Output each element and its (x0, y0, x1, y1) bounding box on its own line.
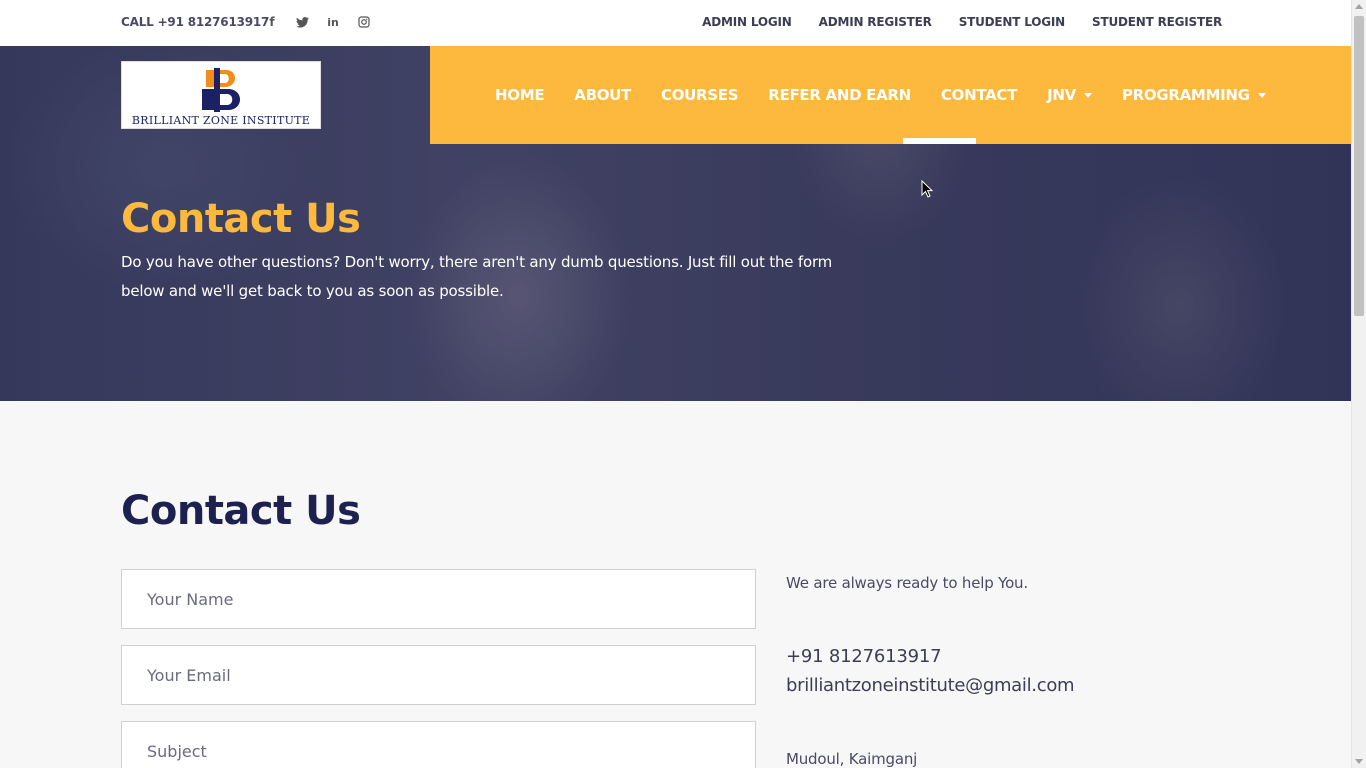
mouse-cursor-icon (921, 180, 933, 198)
instagram-icon[interactable] (355, 13, 373, 31)
subject-input[interactable] (121, 721, 756, 768)
contact-title: Contact Us (121, 488, 361, 534)
nav-contact[interactable]: CONTACT (941, 86, 1017, 104)
top-bar: CALL +91 8127613917 f in ADMIN LOGIN ADM… (0, 0, 1351, 46)
nav-programming-label: PROGRAMMING (1121, 86, 1250, 104)
page-scrollbar[interactable] (1351, 0, 1366, 768)
nav-courses[interactable]: COURSES (661, 86, 739, 104)
call-number: CALL +91 8127613917 (121, 15, 270, 29)
account-links: ADMIN LOGIN ADMIN REGISTER STUDENT LOGIN… (702, 15, 1222, 29)
contact-lead: We are always ready to help You. (786, 574, 1028, 592)
admin-register-link[interactable]: ADMIN REGISTER (819, 15, 932, 29)
main-navbar: HOME ABOUT COURSES REFER AND EARN CONTAC… (430, 46, 1351, 144)
scroll-thumb[interactable] (1354, 16, 1364, 316)
nav-active-indicator (903, 138, 976, 144)
twitter-icon[interactable] (293, 13, 311, 31)
logo-b-mark (202, 68, 240, 112)
hero-title: Contact Us (121, 196, 361, 242)
site-logo[interactable]: BRILLIANT ZONE INSTITUTE (121, 61, 321, 129)
email-input[interactable] (121, 645, 756, 705)
facebook-icon[interactable]: f (263, 13, 281, 31)
chevron-down-icon (1257, 93, 1266, 98)
student-register-link[interactable]: STUDENT REGISTER (1092, 15, 1222, 29)
hero-description: Do you have other questions? Don't worry… (121, 253, 833, 300)
nav-jnv-label: JNV (1047, 86, 1076, 104)
nav-programming-dropdown[interactable]: PROGRAMMING (1122, 86, 1266, 104)
linkedin-icon[interactable]: in (324, 13, 342, 31)
nav-home[interactable]: HOME (495, 86, 545, 104)
nav-jnv-dropdown[interactable]: JNV (1047, 86, 1092, 104)
scroll-down-arrow-icon[interactable] (1355, 759, 1363, 764)
contact-email-link[interactable]: brilliantzoneinstitute@gmail.com (786, 675, 1075, 696)
nav-refer-and-earn[interactable]: REFER AND EARN (768, 86, 911, 104)
main-nav: HOME ABOUT COURSES REFER AND EARN CONTAC… (495, 86, 1266, 104)
logo-name: BRILLIANT ZONE INSTITUTE (131, 114, 311, 127)
admin-login-link[interactable]: ADMIN LOGIN (702, 15, 792, 29)
nav-about[interactable]: ABOUT (574, 86, 631, 104)
contact-phone-link[interactable]: +91 8127613917 (786, 646, 942, 667)
chevron-down-icon (1083, 93, 1092, 98)
name-input[interactable] (121, 569, 756, 629)
student-login-link[interactable]: STUDENT LOGIN (959, 15, 1066, 29)
scroll-up-arrow-icon[interactable] (1355, 4, 1363, 9)
contact-address: Mudoul, Kaimganj (786, 750, 918, 768)
